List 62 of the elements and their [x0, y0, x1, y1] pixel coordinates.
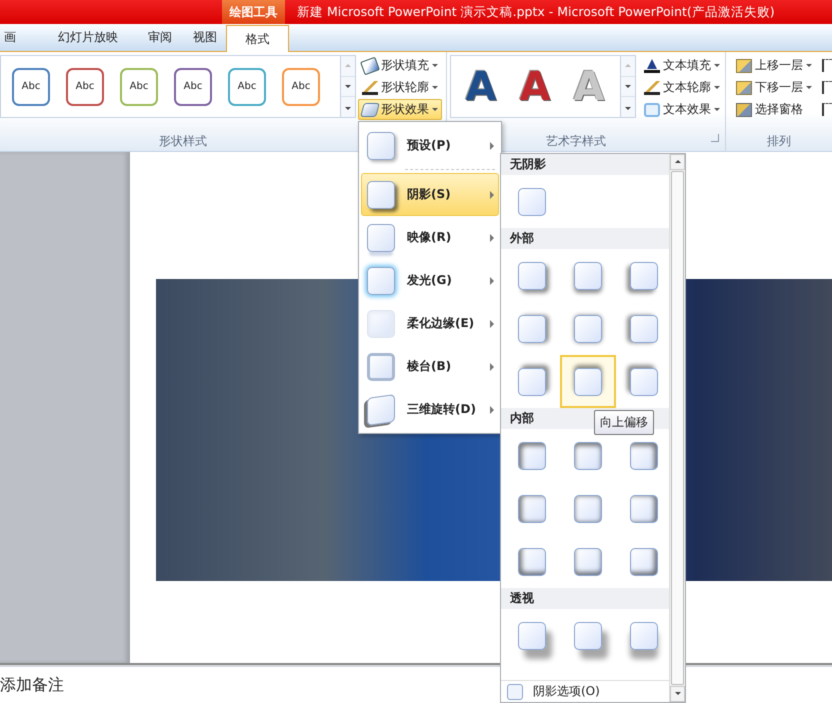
submenu-arrow-icon — [490, 406, 494, 414]
ribbon-command[interactable]: 文本效果 — [640, 99, 724, 120]
effect-preview-icon — [367, 310, 395, 338]
shape-style-swatch[interactable]: Abc — [66, 68, 104, 106]
effect-preview-icon — [367, 224, 395, 252]
scroll-thumb[interactable] — [671, 171, 684, 685]
ribbon-command[interactable]: 上移一层 — [732, 55, 816, 76]
group-label: 形状样式 — [158, 133, 207, 150]
ribbon-tab[interactable]: 幻灯片放映 — [40, 24, 136, 51]
submenu-arrow-icon — [490, 234, 494, 242]
effect-preview-icon — [367, 352, 395, 380]
ribbon-tab[interactable]: 审阅 — [140, 24, 180, 51]
section-header: 无阴影 — [501, 154, 669, 175]
ribbon-command[interactable]: 文本填充 — [640, 55, 724, 76]
dialog-launcher-icon[interactable] — [711, 134, 719, 142]
tooltip: 向上偏移 — [594, 410, 654, 435]
ribbon-command[interactable]: 文本轮廓 — [640, 77, 724, 98]
group-label: 艺术字样式 — [546, 133, 606, 150]
shape-style-swatch[interactable]: Abc — [174, 68, 212, 106]
window-title: 新建 Microsoft PowerPoint 演示文稿.pptx - Microsoft PowerPoint(产品激活失败) — [297, 4, 775, 20]
shape-style-swatch[interactable]: Abc — [120, 68, 158, 106]
context-tab-label: 绘图工具 — [222, 0, 285, 24]
shadow-preset[interactable] — [560, 355, 616, 408]
ribbon-tab[interactable]: 画 — [0, 24, 20, 51]
scroll-up-icon[interactable] — [670, 154, 685, 170]
menu-item[interactable]: 阴影选项(O) — [501, 680, 669, 702]
menu-item[interactable]: 映像(R) — [361, 216, 499, 259]
ribbon-tab[interactable]: 格式 — [226, 25, 289, 52]
submenu-arrow-icon — [490, 190, 494, 198]
shape-style-swatch[interactable]: Abc — [228, 68, 266, 106]
menu-item[interactable]: 发光(G) — [361, 259, 499, 302]
effect-preview-icon — [367, 394, 395, 426]
menu-item[interactable]: 三维旋转(D) — [361, 388, 499, 431]
ribbon-command[interactable]: 形状填充 — [358, 55, 442, 76]
submenu-arrow-icon — [490, 320, 494, 328]
group-label: 排列 — [767, 133, 791, 150]
effect-preview-icon — [367, 266, 395, 294]
shape-icon — [360, 102, 380, 116]
ribbon-command[interactable]: 形状轮廓 — [358, 77, 442, 98]
layers-icon — [736, 80, 752, 94]
section-header: 外部 — [501, 228, 669, 249]
ribbon-command[interactable]: 形状效果 — [358, 99, 442, 120]
menu-item[interactable]: 预设(P) — [361, 124, 499, 167]
section-header: 透视 — [501, 588, 669, 609]
menu-item[interactable]: 阴影(S) — [361, 173, 499, 216]
menu-item[interactable]: 柔化边缘(E) — [361, 302, 499, 345]
ribbon-tab[interactable]: 视图 — [184, 24, 226, 51]
ribbon-command[interactable]: 下移一层 — [732, 77, 816, 98]
selection-pane-icon — [736, 102, 752, 116]
shape-style-swatch[interactable]: Abc — [12, 68, 50, 106]
effect-preview-icon — [367, 132, 395, 160]
shape-style-swatch[interactable]: Abc — [282, 68, 320, 106]
menu-item[interactable]: 棱台(B) — [361, 345, 499, 388]
shape-icon — [507, 684, 523, 700]
scroll-down-icon[interactable] — [670, 686, 685, 702]
effect-preview-icon — [367, 180, 395, 208]
submenu-arrow-icon — [490, 362, 494, 370]
layers-icon — [736, 58, 752, 72]
scrollbar[interactable] — [669, 154, 685, 702]
submenu-arrow-icon — [490, 276, 494, 284]
ribbon-command[interactable]: 选择窗格 — [732, 99, 816, 120]
submenu-arrow-icon — [490, 142, 494, 150]
